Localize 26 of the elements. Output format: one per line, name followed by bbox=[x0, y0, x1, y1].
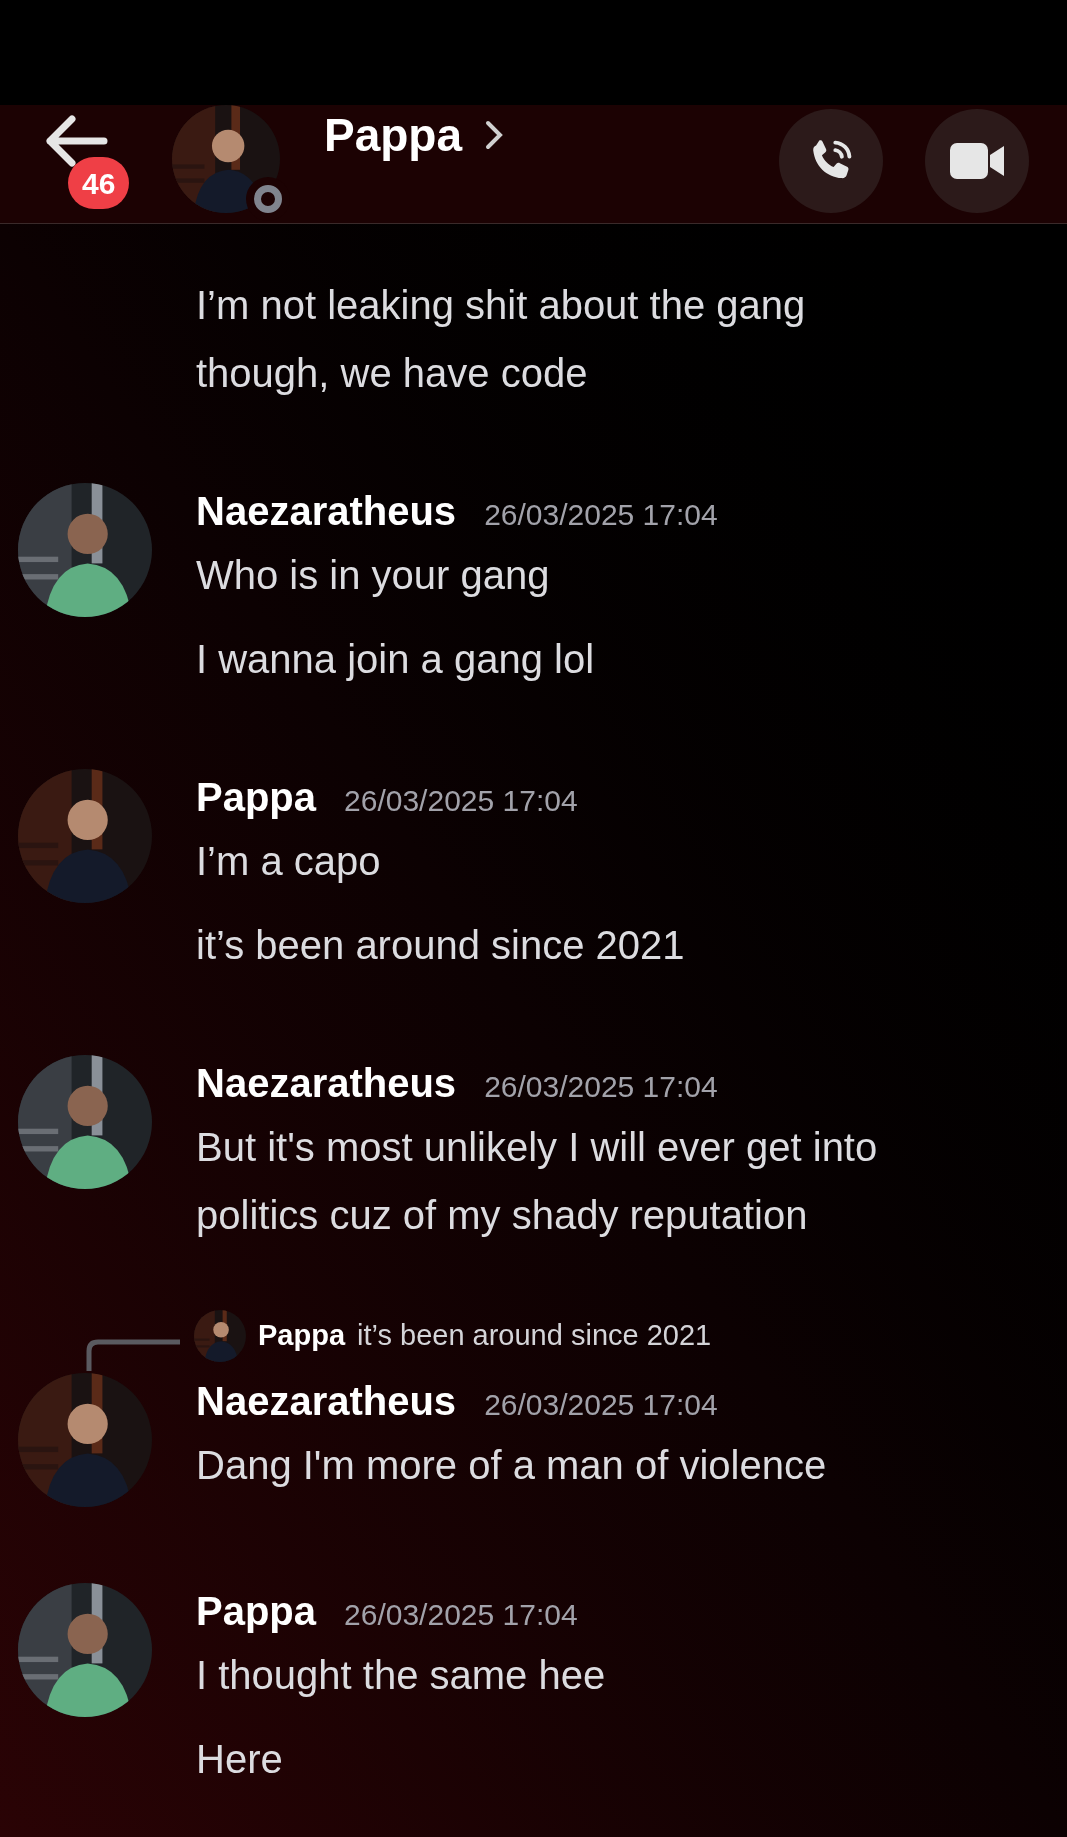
message-text: Here bbox=[196, 1736, 284, 1783]
back-arrow-icon[interactable] bbox=[44, 115, 108, 167]
message-author[interactable]: Naezaratheus bbox=[196, 1053, 457, 1113]
message-timestamp: 26/03/2025 17:04 bbox=[484, 1069, 718, 1105]
reply-author[interactable]: Pappa bbox=[258, 1314, 346, 1358]
message-text: I thought the same hee bbox=[196, 1652, 606, 1699]
chevron-right-icon[interactable] bbox=[484, 120, 505, 150]
message-text: I wanna join a gang lol bbox=[196, 636, 596, 683]
message-timestamp: 26/03/2025 17:04 bbox=[484, 1387, 718, 1423]
message-text: I’m a capo bbox=[196, 838, 382, 885]
video-camera-icon bbox=[948, 141, 1006, 181]
message-author[interactable]: Naezaratheus bbox=[196, 481, 457, 541]
message-author[interactable]: Pappa bbox=[196, 1581, 317, 1641]
reply-preview[interactable]: it’s been around since 2021 bbox=[357, 1314, 712, 1358]
message-author[interactable]: Pappa bbox=[196, 767, 317, 827]
unread-badge: 46 bbox=[68, 157, 130, 209]
message-timestamp: 26/03/2025 17:04 bbox=[344, 1597, 578, 1633]
message-text: Dang I'm more of a man of violence bbox=[196, 1442, 827, 1489]
message-text: I’m not leaking shit about the gang though, we have code bbox=[196, 282, 807, 397]
message-text: Who is in your gang bbox=[196, 552, 551, 599]
message-text: But it's most unlikely I will ever get into politics cuz of my shady reputation bbox=[196, 1124, 878, 1239]
message-author[interactable]: Naezaratheus bbox=[196, 1371, 457, 1431]
message-timestamp: 26/03/2025 17:04 bbox=[484, 497, 718, 533]
chat-title[interactable]: Pappa bbox=[324, 107, 463, 163]
message-text: it’s been around since 2021 bbox=[196, 922, 685, 969]
message-timestamp: 26/03/2025 17:04 bbox=[344, 783, 578, 819]
